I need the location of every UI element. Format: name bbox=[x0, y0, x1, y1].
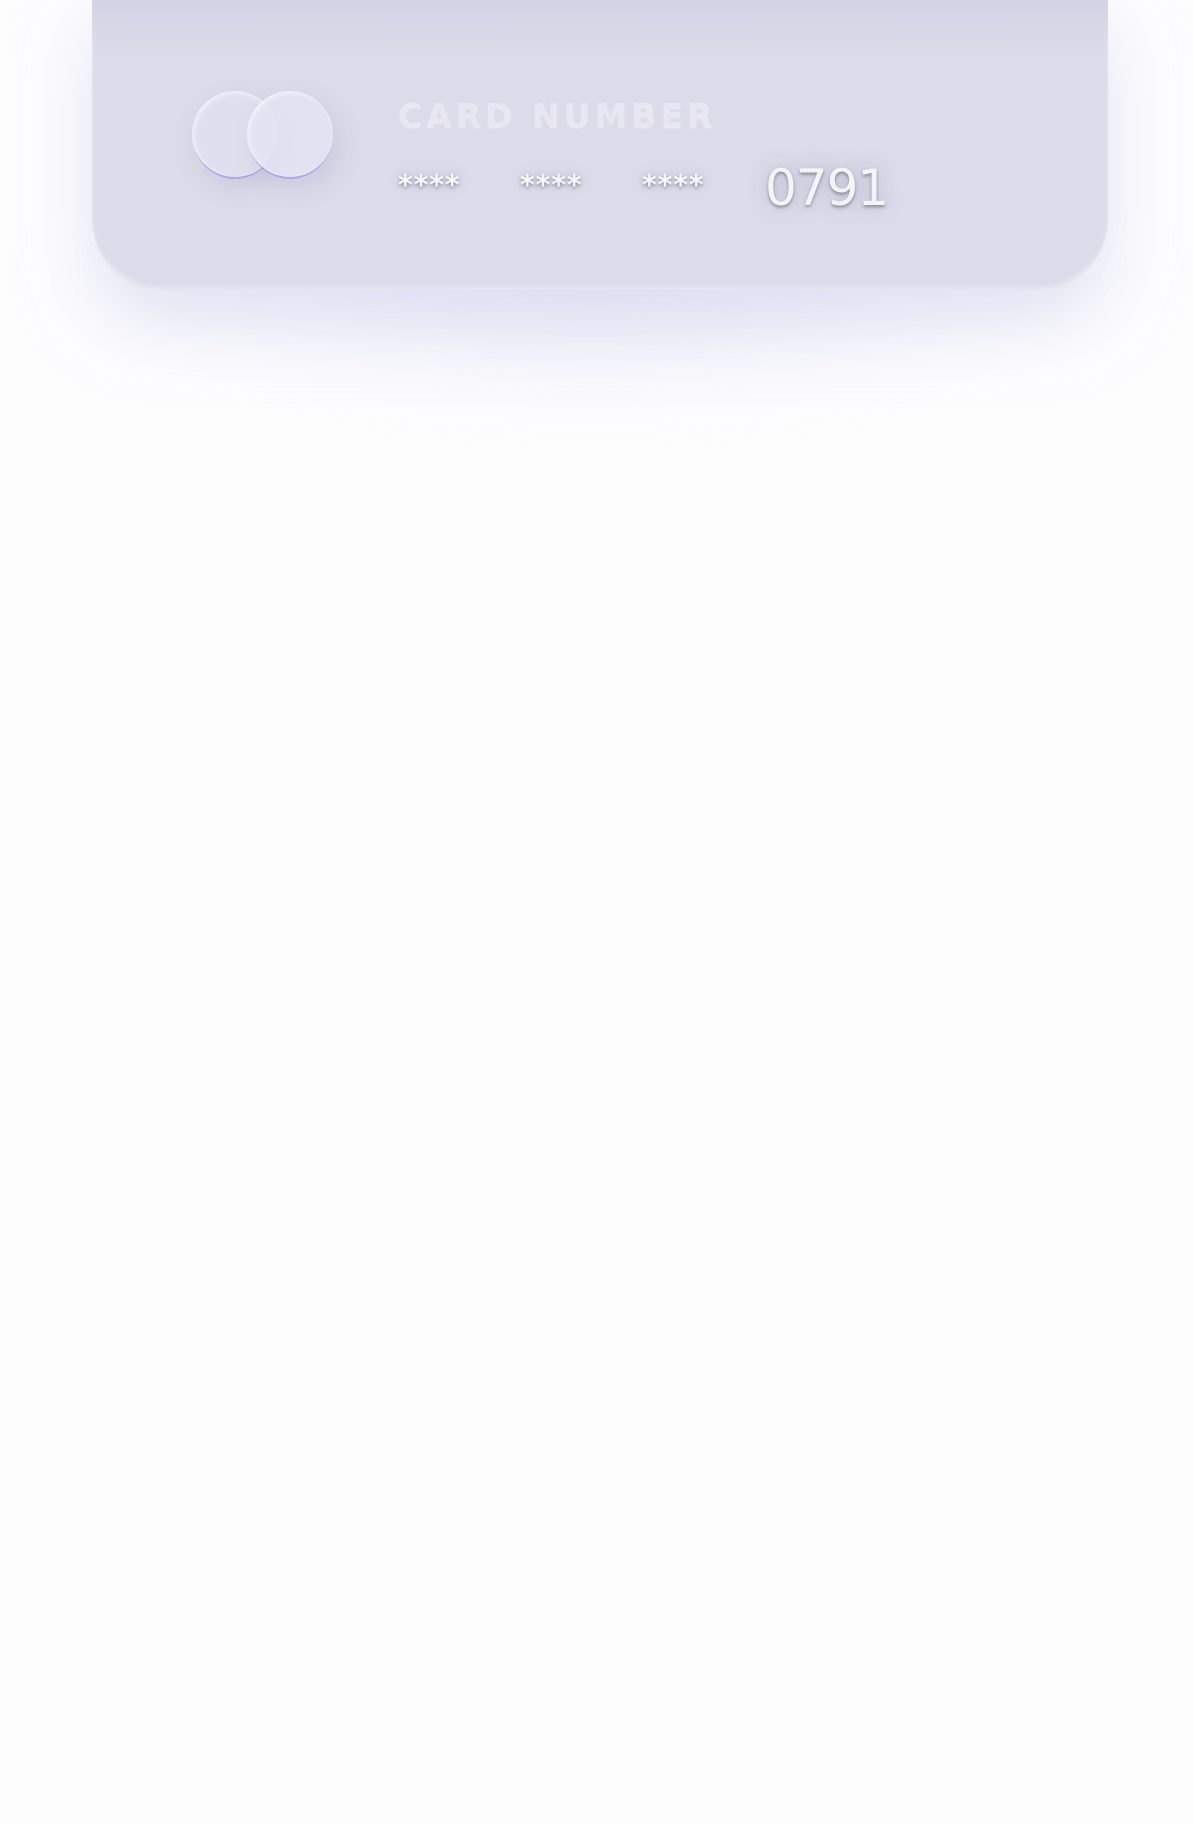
card-brand-logo-icon bbox=[192, 91, 334, 183]
card-number-group-1: **** bbox=[398, 168, 461, 201]
card-number-last-four: 0791 bbox=[765, 159, 889, 217]
card-number-label: CARD NUMBER bbox=[398, 96, 717, 135]
logo-right-circle-icon bbox=[247, 91, 333, 177]
card-number-group-2: **** bbox=[520, 168, 583, 201]
card-number-group-3: **** bbox=[642, 168, 705, 201]
